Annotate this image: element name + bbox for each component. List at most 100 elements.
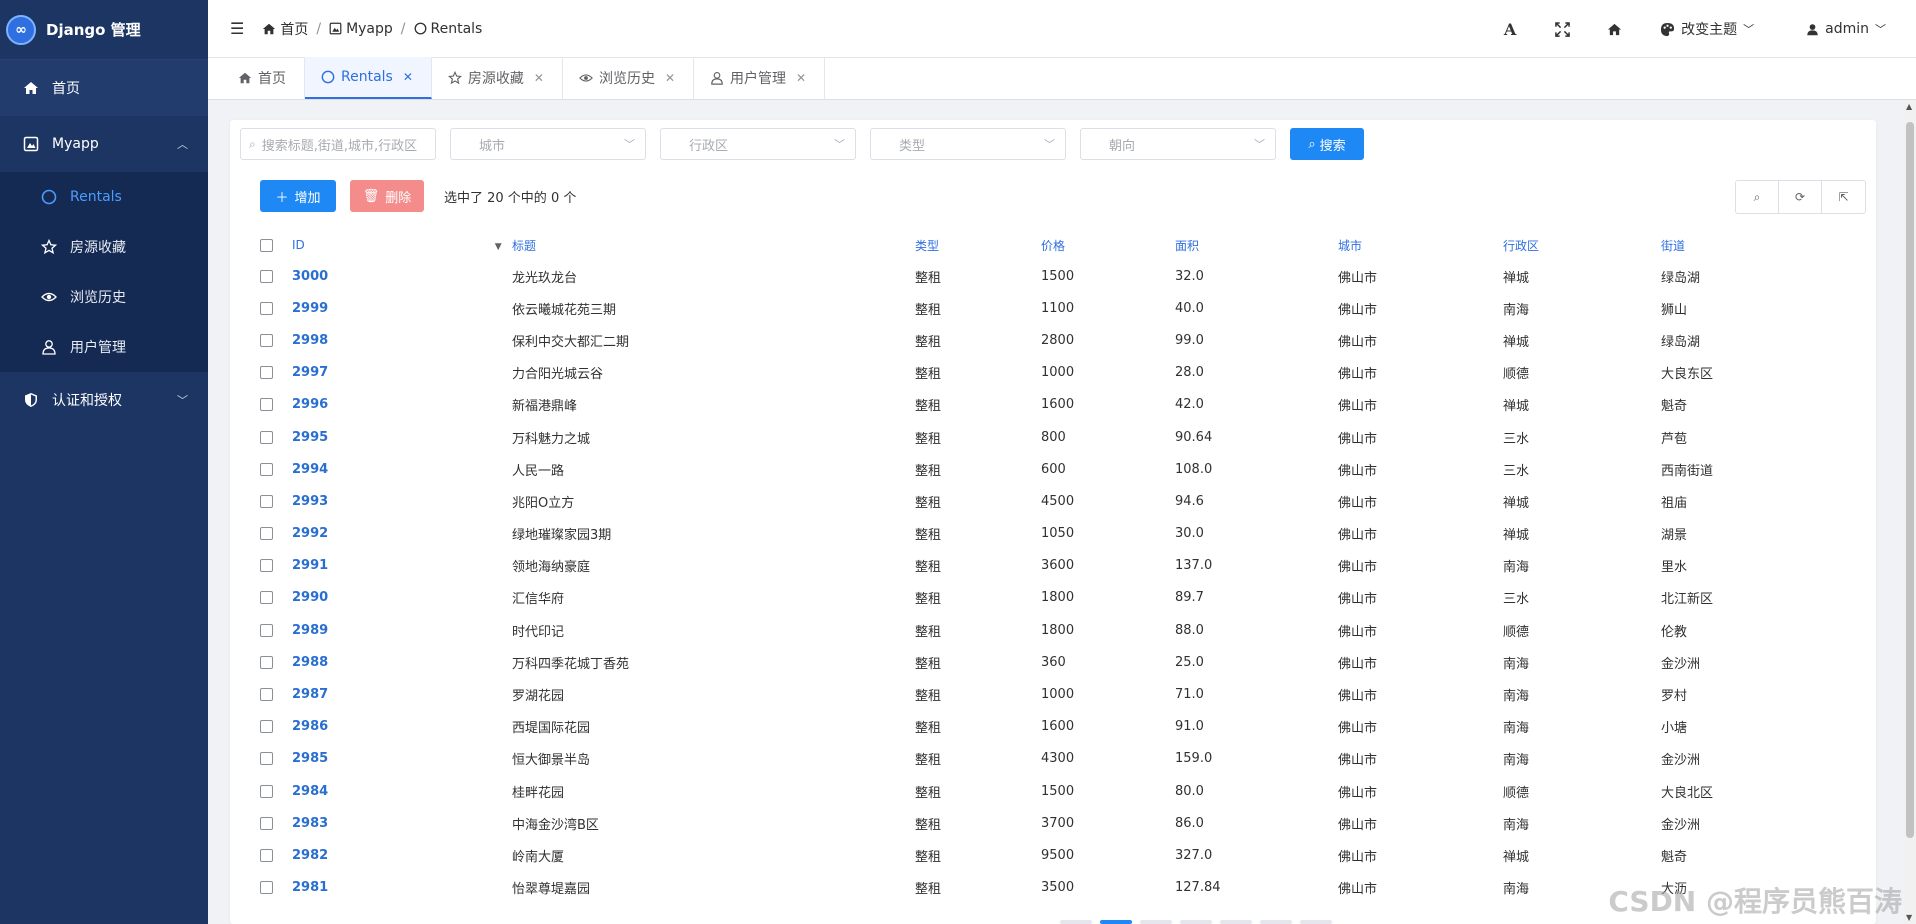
row-id-link[interactable]: 2989 bbox=[292, 623, 328, 638]
breadcrumb-myapp[interactable]: Myapp bbox=[329, 21, 393, 37]
row-id-link[interactable]: 2998 bbox=[292, 333, 328, 348]
search-input[interactable]: ⌕ 搜索标题,街道,城市,行政区 bbox=[240, 128, 436, 160]
page-button[interactable] bbox=[1060, 920, 1092, 924]
row-id-link[interactable]: 2991 bbox=[292, 558, 328, 573]
row-id-link[interactable]: 2999 bbox=[292, 301, 328, 316]
page-button[interactable] bbox=[1300, 920, 1332, 924]
row-checkbox[interactable] bbox=[260, 816, 273, 830]
row-checkbox[interactable] bbox=[260, 881, 273, 895]
col-area[interactable]: 面积 bbox=[1175, 237, 1338, 254]
col-district[interactable]: 行政区 bbox=[1503, 237, 1661, 254]
sort-caret-icon[interactable]: ▼ bbox=[495, 242, 502, 252]
row-id-link[interactable]: 2987 bbox=[292, 687, 328, 702]
page-button-current[interactable] bbox=[1100, 920, 1132, 924]
sidebar-item-auth[interactable]: 认证和授权 ﹀ bbox=[0, 372, 208, 428]
user-icon bbox=[40, 338, 58, 356]
sidebar-item-users[interactable]: 用户管理 bbox=[0, 322, 208, 372]
sidebar-item-home[interactable]: 首页 bbox=[0, 60, 208, 116]
district-select[interactable]: 行政区 ﹀ bbox=[660, 128, 856, 160]
close-icon[interactable]: ✕ bbox=[534, 71, 544, 85]
row-checkbox[interactable] bbox=[260, 301, 273, 315]
row-id-link[interactable]: 2996 bbox=[292, 397, 328, 412]
site-home-button[interactable] bbox=[1588, 0, 1640, 58]
row-id-link[interactable]: 2988 bbox=[292, 655, 328, 670]
table-cell: 佛山市 bbox=[1338, 782, 1503, 801]
row-checkbox[interactable] bbox=[260, 430, 273, 444]
row-checkbox[interactable] bbox=[260, 559, 273, 573]
row-id-link[interactable]: 2995 bbox=[292, 430, 328, 445]
orientation-select[interactable]: 朝向 ﹀ bbox=[1080, 128, 1276, 160]
row-checkbox[interactable] bbox=[260, 527, 273, 541]
page-button[interactable] bbox=[1140, 920, 1172, 924]
row-checkbox[interactable] bbox=[260, 752, 273, 766]
row-id-link[interactable]: 2981 bbox=[292, 880, 328, 895]
theme-dropdown[interactable]: 改变主题 ﹀ bbox=[1660, 19, 1754, 39]
row-checkbox[interactable] bbox=[260, 333, 273, 347]
search-tool-button[interactable]: ⌕ bbox=[1736, 181, 1779, 213]
col-title[interactable]: 标题 bbox=[512, 237, 915, 254]
row-id-link[interactable]: 2984 bbox=[292, 784, 328, 799]
menu-toggle-icon[interactable]: ☰ bbox=[230, 19, 244, 38]
close-icon[interactable]: ✕ bbox=[665, 71, 675, 85]
row-checkbox[interactable] bbox=[260, 494, 273, 508]
scroll-up-icon[interactable]: ▲ bbox=[1906, 102, 1912, 111]
row-id-link[interactable]: 2997 bbox=[292, 365, 328, 380]
row-checkbox[interactable] bbox=[260, 784, 273, 798]
row-id-link[interactable]: 2992 bbox=[292, 526, 328, 541]
sidebar-item-favorites[interactable]: 房源收藏 bbox=[0, 222, 208, 272]
brand[interactable]: ∞ Django 管理 bbox=[0, 0, 208, 60]
row-id-link[interactable]: 2986 bbox=[292, 719, 328, 734]
row-id-link[interactable]: 3000 bbox=[292, 269, 328, 284]
tab-home[interactable]: 首页 bbox=[222, 57, 305, 99]
user-dropdown[interactable]: admin ﹀ bbox=[1806, 21, 1886, 37]
row-id-link[interactable]: 2985 bbox=[292, 751, 328, 766]
page-button[interactable] bbox=[1220, 920, 1252, 924]
col-price[interactable]: 价格 bbox=[1041, 237, 1175, 254]
row-checkbox[interactable] bbox=[260, 462, 273, 476]
scroll-thumb[interactable] bbox=[1906, 122, 1914, 838]
city-select[interactable]: 城市 ﹀ bbox=[450, 128, 646, 160]
sidebar-item-history[interactable]: 浏览历史 bbox=[0, 272, 208, 322]
row-checkbox[interactable] bbox=[260, 848, 273, 862]
row-id-link[interactable]: 2982 bbox=[292, 848, 328, 863]
row-checkbox[interactable] bbox=[260, 398, 273, 412]
sidebar-item-myapp[interactable]: Myapp ︿ bbox=[0, 116, 208, 172]
select-all-checkbox[interactable] bbox=[260, 238, 273, 252]
row-checkbox[interactable] bbox=[260, 688, 273, 702]
row-checkbox[interactable] bbox=[260, 623, 273, 637]
sidebar-item-rentals[interactable]: Rentals bbox=[0, 172, 208, 222]
page-scrollbar[interactable]: ▲ ▼ bbox=[1904, 100, 1916, 924]
row-id-link[interactable]: 2993 bbox=[292, 494, 328, 509]
type-select[interactable]: 类型 ﹀ bbox=[870, 128, 1066, 160]
tab-rentals[interactable]: Rentals ✕ bbox=[305, 57, 432, 99]
col-street[interactable]: 街道 bbox=[1661, 237, 1861, 254]
row-id-link[interactable]: 2994 bbox=[292, 462, 328, 477]
scroll-down-icon[interactable]: ▼ bbox=[1906, 913, 1912, 922]
col-city[interactable]: 城市 bbox=[1338, 237, 1503, 254]
export-button[interactable]: ⇱ bbox=[1822, 181, 1865, 213]
font-size-button[interactable]: A bbox=[1484, 0, 1536, 58]
breadcrumb-home[interactable]: 首页 bbox=[262, 19, 308, 39]
add-button[interactable]: ＋ 增加 bbox=[260, 180, 336, 212]
row-checkbox[interactable] bbox=[260, 720, 273, 734]
search-button[interactable]: ⌕ 搜索 bbox=[1290, 128, 1364, 160]
tab-favorites[interactable]: 房源收藏 ✕ bbox=[432, 57, 563, 99]
col-type[interactable]: 类型 bbox=[915, 237, 1041, 254]
row-id-link[interactable]: 2983 bbox=[292, 816, 328, 831]
close-icon[interactable]: ✕ bbox=[403, 70, 413, 84]
fullscreen-button[interactable] bbox=[1536, 0, 1588, 58]
tab-history[interactable]: 浏览历史 ✕ bbox=[563, 57, 695, 99]
tab-users[interactable]: 用户管理 ✕ bbox=[694, 57, 826, 99]
row-checkbox[interactable] bbox=[260, 269, 273, 283]
row-checkbox[interactable] bbox=[260, 591, 273, 605]
refresh-button[interactable]: ⟳ bbox=[1779, 181, 1822, 213]
page-button[interactable] bbox=[1260, 920, 1292, 924]
page-button[interactable] bbox=[1180, 920, 1212, 924]
row-id-link[interactable]: 2990 bbox=[292, 590, 328, 605]
row-checkbox[interactable] bbox=[260, 366, 273, 380]
row-checkbox[interactable] bbox=[260, 655, 273, 669]
col-id[interactable]: ID ▼ bbox=[292, 238, 512, 252]
delete-button[interactable]: 🗑 删除 bbox=[350, 180, 424, 212]
close-icon[interactable]: ✕ bbox=[796, 71, 806, 85]
table-cell: 1800 bbox=[1041, 590, 1175, 605]
